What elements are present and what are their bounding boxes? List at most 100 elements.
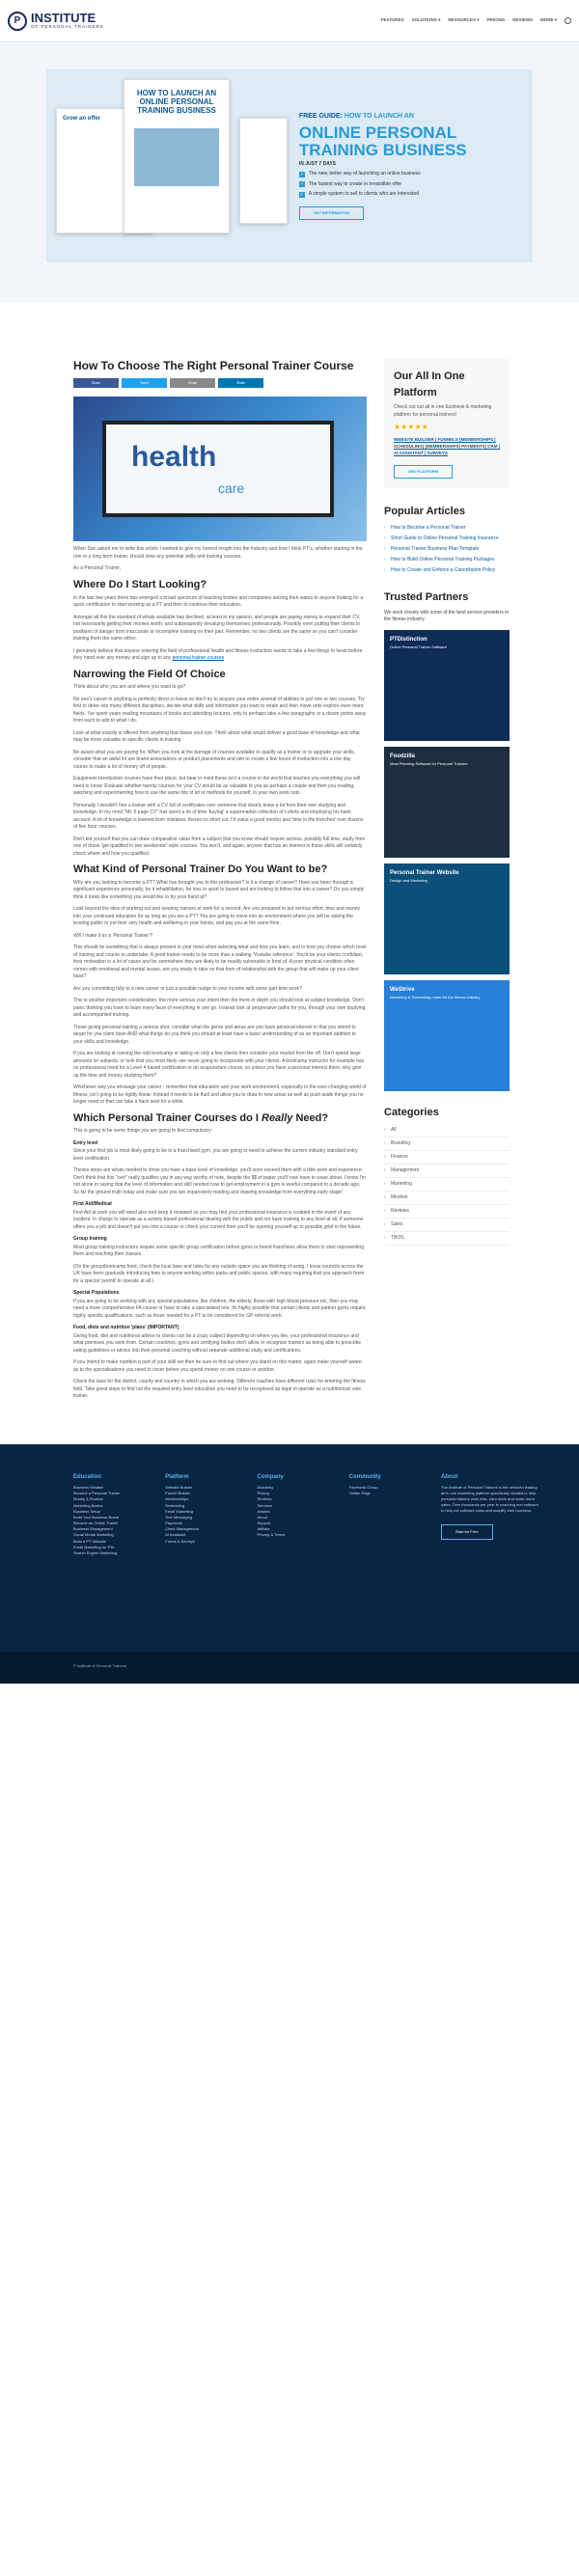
paragraph: This is going to be some things you are … bbox=[73, 1128, 212, 1135]
nav-more[interactable]: MORE ▾ bbox=[540, 17, 557, 24]
category-link[interactable]: Branding bbox=[384, 1137, 510, 1152]
heading-which: Which Personal Trainer Courses do I Real… bbox=[73, 1112, 367, 1125]
linkedin-share-button[interactable]: Share bbox=[218, 378, 263, 389]
footer-links: Website Builder Funnel Builder Memberships… bbox=[165, 1485, 239, 1545]
paragraph: Theses steps are whats needed to show yo… bbox=[73, 1167, 366, 1195]
paragraph: Whichever way you envisage your career -… bbox=[73, 1084, 367, 1106]
article-title: How To Choose The Right Personal Trainer… bbox=[73, 359, 354, 372]
categories-title: Categories bbox=[384, 1106, 439, 1118]
guide-label-a: FREE GUIDE: bbox=[298, 113, 343, 121]
logo-mark-icon: P bbox=[8, 11, 27, 31]
hero-point: ✓ A simple system to sell to clients who … bbox=[298, 191, 523, 199]
paragraph: Giving food, diet and nutritional advice… bbox=[73, 1332, 362, 1354]
partners-text: We work closely with some of the best se… bbox=[384, 609, 510, 623]
category-link[interactable]: Sales bbox=[384, 1219, 510, 1233]
hero-point: ✓ The fastest way to create in irresistib… bbox=[298, 180, 523, 189]
subheading: Special Populations bbox=[73, 1290, 120, 1297]
partner-name: Personal Trainer Website bbox=[390, 869, 459, 876]
partner-ptdistinction[interactable]: PTDistinction Online Personal Trainer Sof… bbox=[384, 629, 510, 741]
start-free-button[interactable]: Start for Free bbox=[441, 1523, 493, 1540]
logo[interactable]: P INSTITUTE OF PERSONAL TRAINERS bbox=[8, 11, 104, 31]
category-link[interactable]: Marketing bbox=[384, 1178, 510, 1192]
paragraph: I genuinely believe that anyone entering… bbox=[73, 648, 367, 663]
heading-kind: What Kind of Personal Trainer Do You Wan… bbox=[73, 863, 328, 876]
partner-foodzilla[interactable]: Foodzilla Meal Planning Software for Pers… bbox=[384, 746, 510, 858]
nav-solutions[interactable]: SOLUTIONS ▾ bbox=[412, 17, 441, 24]
facebook-share-button[interactable]: Share bbox=[73, 378, 119, 389]
subheading: Entry level bbox=[73, 1139, 98, 1146]
category-link[interactable]: Finance bbox=[384, 1151, 510, 1165]
footer-link[interactable]: Twitter Page bbox=[349, 1491, 424, 1496]
footer-link[interactable]: Privacy & Terms bbox=[258, 1532, 332, 1538]
partner-name: Foodzilla bbox=[390, 753, 415, 759]
check-icon: ✓ bbox=[298, 181, 305, 188]
guide-label-b: HOW TO LAUNCH AN bbox=[344, 113, 414, 121]
category-link[interactable]: Management bbox=[384, 1165, 510, 1179]
nav-pricing[interactable]: PRICING bbox=[486, 17, 505, 24]
paragraph: Will I make it as a 'Personal Trainer'? bbox=[73, 932, 152, 939]
popular-link[interactable]: Short Guide to Online Personal Training … bbox=[384, 534, 510, 544]
partner-website[interactable]: Personal Trainer Website Design and Marke… bbox=[384, 863, 510, 974]
paragraph: Look beyond the idea of working out and … bbox=[73, 906, 361, 927]
paragraph: This is another important consideration,… bbox=[73, 998, 366, 1019]
footer-links: Academy Pricing Reviews Services Articles Abo… bbox=[258, 1485, 332, 1539]
partners-title: Trusted Partners bbox=[384, 591, 469, 604]
nav-reviews[interactable]: REVIEWS bbox=[512, 17, 533, 24]
courses-link[interactable]: personal trainer courses bbox=[173, 655, 225, 661]
heading-part: Need? bbox=[292, 1111, 329, 1124]
paragraph: If you intend to make nutrition a part o… bbox=[73, 1359, 362, 1373]
platform-links[interactable]: WEBSITE BUILDER | FUNNELS (MEMBERSHIPS |… bbox=[394, 436, 500, 457]
nav-features[interactable]: FEATURES bbox=[381, 17, 404, 24]
logo-subtitle: OF PERSONAL TRAINERS bbox=[31, 23, 104, 29]
footer-about: About The Institute of Personal Trainers… bbox=[441, 1473, 540, 1652]
paragraph: Most group training instructors require … bbox=[73, 1244, 364, 1258]
rating-stars-icon: ★★★★★ bbox=[394, 423, 428, 431]
popular-link[interactable]: How to Become a Personal Trainer bbox=[384, 523, 510, 534]
hero-banner: Grow an offer HOW TO LAUNCH AN ONLINE PE… bbox=[0, 42, 579, 303]
popular-link[interactable]: How to Build Online Personal Training Pa… bbox=[384, 555, 510, 565]
footer-link[interactable]: Search Engine Marketing bbox=[73, 1550, 148, 1556]
category-link[interactable]: Reviews bbox=[384, 1205, 510, 1219]
nav-resources[interactable]: RESOURCES ▾ bbox=[448, 17, 479, 24]
categories-list: All Branding Finance Management Marketin… bbox=[384, 1124, 510, 1247]
paragraph: (On the group/bootcamp front, check the … bbox=[73, 1263, 365, 1284]
footer-links: Business Mindset Become a Personal Traine… bbox=[73, 1485, 148, 1556]
article-image: health care bbox=[73, 397, 367, 542]
sidebar: Our All In One Platform Check out out al… bbox=[384, 359, 510, 1406]
heading-part: Which Personal Trainer Courses do I bbox=[73, 1111, 262, 1124]
check-icon: ✓ bbox=[298, 171, 305, 178]
paragraph: Those giving personal training a serious… bbox=[73, 1024, 356, 1045]
category-link[interactable]: Mindset bbox=[384, 1192, 510, 1206]
email-share-button[interactable]: Email bbox=[170, 378, 215, 389]
platform-text: Check out out all in one business & mark… bbox=[394, 404, 492, 418]
paragraph: First Aid at work you will need also and… bbox=[73, 1209, 364, 1230]
partner-tag: Meal Planning Software for Personal Trai… bbox=[390, 760, 468, 766]
paragraph: Check the laws for the district, county … bbox=[73, 1379, 366, 1400]
search-icon[interactable] bbox=[565, 17, 571, 24]
footer-col-title: Community bbox=[348, 1473, 381, 1480]
hero-point: ✓ The new, better way of launching an onl… bbox=[298, 171, 523, 178]
paragraph: Are you committing fully to a new career… bbox=[73, 985, 302, 992]
see-platform-button[interactable]: See Platform bbox=[394, 464, 454, 479]
paragraph: As a Personal Trainer, bbox=[73, 565, 122, 572]
footer-about-text: The Institute of Personal Trainers is th… bbox=[441, 1484, 538, 1513]
partner-westrive[interactable]: WeStrive Marketing & Scheduling made for … bbox=[384, 979, 510, 1091]
paragraph: No one's career in anything is perfectly… bbox=[73, 696, 367, 725]
hero-text: FREE GUIDE: HOW TO LAUNCH AN ONLINE PERS… bbox=[290, 112, 523, 220]
paragraph: Personally I wouldn't hire a trainer wit… bbox=[73, 802, 364, 831]
footer-links: Facebook Group Twitter Page bbox=[349, 1485, 424, 1496]
footer-link[interactable]: Forms & Surveys bbox=[165, 1539, 239, 1545]
twitter-share-button[interactable]: Tweet bbox=[122, 378, 167, 389]
heading-part: Really bbox=[262, 1111, 293, 1124]
paragraph: Since your first job is most likely goin… bbox=[73, 1148, 358, 1162]
partner-name: WeStrive bbox=[390, 986, 415, 993]
popular-link[interactable]: How to Create and Enforce a Cancellation… bbox=[384, 565, 510, 576]
category-link[interactable]: TBOS bbox=[384, 1232, 510, 1247]
footer-col-title: Platform bbox=[165, 1473, 189, 1480]
footer-col-platform: Platform Website Builder Funnel Builder Me… bbox=[165, 1473, 239, 1652]
get-information-button[interactable]: Get Information bbox=[298, 206, 365, 220]
popular-title: Popular Articles bbox=[384, 505, 465, 517]
popular-link[interactable]: Personal Trainer Business Plan Template bbox=[384, 544, 510, 555]
category-link[interactable]: All bbox=[384, 1124, 510, 1138]
hero-point-text: The fastest way to create in irresistibl… bbox=[308, 180, 402, 187]
